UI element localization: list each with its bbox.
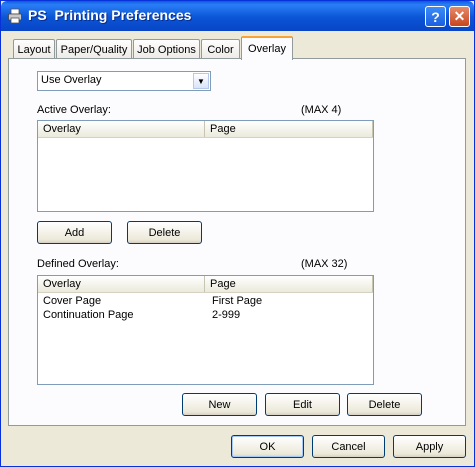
tab-color[interactable]: Color [201, 39, 240, 59]
tab-job-options[interactable]: Job Options [133, 39, 200, 59]
active-overlay-list[interactable]: Overlay Page [37, 120, 374, 212]
close-button[interactable]: ✕ [449, 6, 470, 27]
edit-button[interactable]: Edit [265, 393, 340, 416]
table-row[interactable]: Continuation Page 2-999 [38, 308, 373, 322]
title-bar[interactable]: PS Printing Preferences ? ✕ [1, 1, 474, 31]
printer-icon [8, 8, 22, 24]
column-header-overlay[interactable]: Overlay [38, 121, 205, 137]
overlay-page-cell: First Page [212, 295, 263, 307]
tab-label: Paper/Quality [60, 43, 128, 56]
defined-overlay-list[interactable]: Overlay Page Cover Page First Page Conti… [37, 275, 374, 385]
tab-layout[interactable]: Layout [13, 39, 55, 59]
help-button[interactable]: ? [425, 6, 446, 27]
column-header-overlay[interactable]: Overlay [38, 276, 205, 292]
add-button[interactable]: Add [37, 221, 112, 244]
printing-preferences-dialog: PS Printing Preferences ? ✕ Layout Paper… [0, 0, 475, 467]
tab-label: Overlay [248, 43, 286, 55]
column-header-page[interactable]: Page [205, 121, 373, 137]
defined-overlay-max: (MAX 32) [301, 258, 348, 270]
help-icon: ? [431, 8, 440, 25]
overlay-name-cell: Cover Page [43, 295, 102, 307]
delete-active-button[interactable]: Delete [127, 221, 202, 244]
tab-overlay[interactable]: Overlay [241, 36, 293, 60]
new-button[interactable]: New [182, 393, 257, 416]
column-header-page[interactable]: Page [205, 276, 373, 292]
active-overlay-max: (MAX 4) [301, 104, 342, 116]
overlay-mode-value: Use Overlay [41, 74, 102, 86]
cancel-button[interactable]: Cancel [312, 435, 385, 458]
chevron-down-icon[interactable]: ▼ [193, 73, 209, 89]
list-header: Overlay Page [38, 121, 373, 138]
window-title: PS Printing Preferences [28, 7, 192, 23]
tab-label: Job Options [137, 43, 196, 56]
close-icon: ✕ [453, 8, 466, 24]
apply-button[interactable]: Apply [393, 435, 466, 458]
overlay-mode-select[interactable]: Use Overlay ▼ [37, 71, 211, 91]
list-header: Overlay Page [38, 276, 373, 293]
defined-overlay-label: Defined Overlay: [37, 258, 119, 270]
ok-button[interactable]: OK [231, 435, 304, 458]
tab-label: Color [207, 43, 234, 56]
tab-label: Layout [17, 43, 51, 56]
overlay-page-cell: 2-999 [212, 309, 241, 321]
delete-defined-button[interactable]: Delete [347, 393, 422, 416]
active-overlay-label: Active Overlay: [37, 104, 111, 116]
table-row[interactable]: Cover Page First Page [38, 294, 373, 308]
overlay-name-cell: Continuation Page [43, 309, 134, 321]
tab-paper-quality[interactable]: Paper/Quality [56, 39, 132, 59]
